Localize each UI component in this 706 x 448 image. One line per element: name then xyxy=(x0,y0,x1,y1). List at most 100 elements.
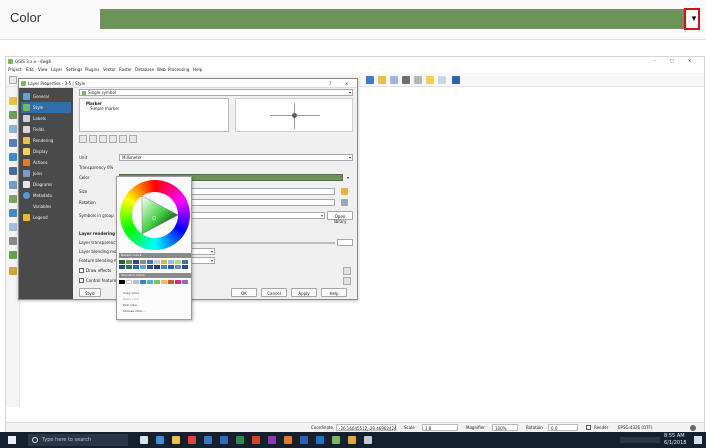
word-icon[interactable] xyxy=(300,436,308,444)
dialog-close-icon[interactable]: ✕ xyxy=(345,81,348,86)
menu-database[interactable]: Database xyxy=(135,67,154,72)
recent-swatch[interactable] xyxy=(168,260,174,264)
firefox-icon[interactable] xyxy=(284,436,292,444)
recent-swatch[interactable] xyxy=(182,265,188,269)
python-console-icon[interactable] xyxy=(452,76,460,84)
scale-field[interactable]: 1:8 xyxy=(422,424,458,431)
select-icon[interactable] xyxy=(378,76,386,84)
sidebar-item-display[interactable]: Display xyxy=(21,146,71,157)
recent-swatch[interactable] xyxy=(140,265,146,269)
taskbar-search-box[interactable]: Type here to search xyxy=(28,434,128,446)
menu-raster[interactable]: Raster xyxy=(119,67,132,72)
rotation-override-icon[interactable] xyxy=(341,199,348,206)
menu-plugins[interactable]: Plugins xyxy=(85,67,99,72)
recent-swatch[interactable] xyxy=(154,260,160,264)
standard-swatch[interactable] xyxy=(133,280,139,284)
add-postgis-icon[interactable] xyxy=(9,167,17,175)
ok-button[interactable]: OK xyxy=(231,288,257,297)
standard-swatch[interactable] xyxy=(147,280,153,284)
effects-icon[interactable] xyxy=(343,267,351,275)
new-layer-icon[interactable] xyxy=(9,223,17,231)
add-csv-icon[interactable] xyxy=(9,251,17,259)
edge-icon[interactable] xyxy=(156,436,164,444)
messages-icon[interactable] xyxy=(690,425,696,431)
choose-color-item[interactable]: Choose color... xyxy=(123,309,145,313)
sidebar-item-fields[interactable]: Fields xyxy=(21,124,71,135)
color-dropdown-icon[interactable]: ▾ xyxy=(347,175,349,180)
sidebar-item-variables[interactable]: Variables xyxy=(21,201,71,212)
statistics-icon[interactable] xyxy=(402,76,410,84)
symbol-layer-tree[interactable]: Marker Simple marker xyxy=(79,98,229,132)
windows-start-icon[interactable] xyxy=(8,436,16,444)
add-symbol-layer-button[interactable] xyxy=(79,135,87,143)
copy-color-item[interactable]: Copy color xyxy=(123,291,139,295)
recent-swatch[interactable] xyxy=(140,260,146,264)
store-icon[interactable] xyxy=(204,436,212,444)
tree-item-simple-marker[interactable]: Simple marker xyxy=(90,106,119,111)
onenote-icon[interactable] xyxy=(268,436,276,444)
menu-view[interactable]: View xyxy=(38,67,48,72)
coordinate-field[interactable]: -26.16045512,-29.46962424 xyxy=(336,424,397,431)
clock-date[interactable]: 6/1/2018 xyxy=(664,440,686,446)
add-raster-icon[interactable] xyxy=(9,111,17,119)
identify-icon[interactable] xyxy=(366,76,374,84)
recent-swatch[interactable] xyxy=(154,265,160,269)
control-order-checkbox[interactable] xyxy=(79,278,84,283)
standard-swatch[interactable] xyxy=(154,280,160,284)
duplicate-layer-button[interactable] xyxy=(109,135,117,143)
minimize-icon[interactable]: – xyxy=(654,58,656,63)
remove-symbol-layer-button[interactable] xyxy=(89,135,97,143)
qgis-taskbar-icon[interactable] xyxy=(332,436,340,444)
menu-settings[interactable]: Settings xyxy=(66,67,82,72)
app-icon[interactable] xyxy=(364,436,372,444)
standard-swatch[interactable] xyxy=(182,280,188,284)
add-spatialite-icon[interactable] xyxy=(9,153,17,161)
maximize-icon[interactable]: □ xyxy=(670,58,674,63)
add-wfs-icon[interactable] xyxy=(9,195,17,203)
standard-swatch[interactable] xyxy=(126,280,132,284)
recent-swatch[interactable] xyxy=(133,265,139,269)
pick-color-item[interactable]: Pick color xyxy=(123,303,137,307)
cancel-button[interactable]: Cancel xyxy=(261,288,287,297)
sidebar-item-labels[interactable]: Labels xyxy=(21,113,71,124)
chrome-icon[interactable] xyxy=(188,436,196,444)
new-project-icon[interactable] xyxy=(9,76,17,84)
mail-icon[interactable] xyxy=(220,436,228,444)
color-wheel[interactable] xyxy=(120,180,190,250)
transparency-spinbox[interactable] xyxy=(337,239,353,246)
close-icon[interactable]: ✕ xyxy=(688,58,691,63)
saturation-triangle[interactable] xyxy=(120,180,190,250)
recent-swatch[interactable] xyxy=(126,260,132,264)
draw-effects-checkbox[interactable] xyxy=(79,268,84,273)
menu-layer[interactable]: Layer xyxy=(51,67,62,72)
recent-swatch[interactable] xyxy=(133,260,139,264)
lock-layer-button[interactable] xyxy=(99,135,107,143)
render-checkbox[interactable] xyxy=(586,425,591,430)
add-delimited-icon[interactable] xyxy=(9,139,17,147)
attribute-table-icon[interactable] xyxy=(390,76,398,84)
measure-icon[interactable] xyxy=(414,76,422,84)
crs-button[interactable]: EPSG:4326 (OTF) xyxy=(618,425,652,430)
standard-swatch[interactable] xyxy=(168,280,174,284)
renderer-combo[interactable]: Single symbol ▾ xyxy=(79,89,353,96)
virtual-layer-icon[interactable] xyxy=(9,237,17,245)
move-up-button[interactable] xyxy=(119,135,127,143)
recent-swatch[interactable] xyxy=(161,265,167,269)
data-defined-override-icon[interactable] xyxy=(341,188,348,195)
system-tray-icons[interactable] xyxy=(620,437,660,443)
menu-project[interactable]: Project xyxy=(8,67,22,72)
recent-swatch[interactable] xyxy=(161,260,167,264)
sidebar-item-general[interactable]: General xyxy=(21,91,71,102)
open-library-button[interactable]: Open library xyxy=(327,211,353,224)
unit-combo[interactable]: Millimeter ▾ xyxy=(119,154,353,161)
color-dropdown-button[interactable]: ▼ xyxy=(684,8,700,30)
move-down-button[interactable] xyxy=(129,135,137,143)
recent-swatch[interactable] xyxy=(175,260,181,264)
style-menu-button[interactable]: Style xyxy=(79,288,101,297)
add-wms-icon[interactable] xyxy=(9,181,17,189)
sidebar-item-metadata[interactable]: Metadata xyxy=(21,190,71,201)
recent-swatch[interactable] xyxy=(119,265,125,269)
standard-swatch[interactable] xyxy=(140,280,146,284)
sidebar-item-style[interactable]: Style xyxy=(21,102,71,113)
magnifier-field[interactable]: 100% xyxy=(492,424,518,431)
